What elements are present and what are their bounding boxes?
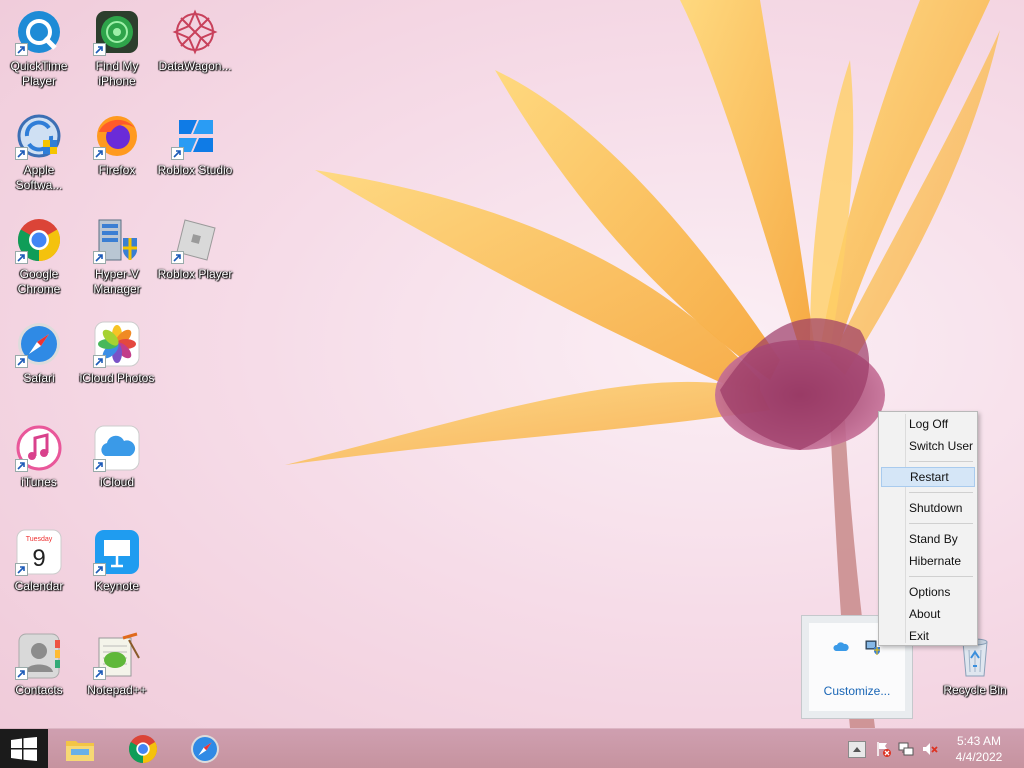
chevron-up-icon	[853, 747, 861, 752]
desktop-icon-label: iCloud Photos	[79, 371, 155, 385]
shortcut-arrow-icon	[15, 563, 28, 576]
shortcut-arrow-icon	[93, 355, 106, 368]
desktop-icon-label: Apple Softwa...	[15, 163, 63, 192]
shortcut-arrow-icon	[15, 251, 28, 264]
menu-separator	[909, 576, 973, 577]
taskbar-safari[interactable]	[189, 733, 221, 765]
taskbar-file-explorer[interactable]	[64, 733, 96, 765]
menu-separator	[909, 523, 973, 524]
taskbar-chrome[interactable]	[127, 733, 159, 765]
datawagon-icon	[172, 9, 218, 55]
desktop-icon-safari[interactable]: Safari	[0, 320, 78, 386]
desktop-icon-label: Safari	[23, 371, 55, 385]
desktop-icon-roblox-player[interactable]: Roblox Player	[156, 216, 234, 282]
power-context-menu: Log Off Switch User Restart Shutdown Sta…	[878, 411, 978, 646]
desktop-icon-find-my-iphone[interactable]: Find My iPhone	[78, 8, 156, 89]
show-hidden-icons-button[interactable]	[848, 741, 866, 758]
menu-item-hibernate[interactable]: Hibernate	[881, 551, 975, 571]
shortcut-arrow-icon	[15, 147, 28, 160]
safari-icon	[191, 735, 219, 763]
desktop-icon-label: Hyper-V Manager	[93, 267, 141, 296]
taskbar: 5:43 AM 4/4/2022	[0, 728, 1024, 768]
taskbar-clock[interactable]: 5:43 AM 4/4/2022	[948, 733, 1010, 765]
menu-item-restart[interactable]: Restart	[881, 467, 975, 487]
desktop-icon-label: Google Chrome	[17, 267, 61, 296]
network-icon[interactable]	[898, 741, 914, 757]
desktop-icon-label: Contacts	[15, 683, 63, 697]
desktop-icon-label: iTunes	[21, 475, 57, 489]
shortcut-arrow-icon	[171, 251, 184, 264]
desktop-icon-contacts[interactable]: Contacts	[0, 632, 78, 698]
shortcut-arrow-icon	[93, 563, 106, 576]
desktop-icon-itunes[interactable]: iTunes	[0, 424, 78, 490]
start-button[interactable]	[0, 729, 48, 768]
file-explorer-icon	[66, 741, 94, 761]
chrome-icon	[128, 735, 158, 763]
desktop-icon-label: Calendar	[14, 579, 64, 593]
desktop-icon-label: iCloud	[99, 475, 135, 489]
desktop-icon-keynote[interactable]: Keynote	[78, 528, 156, 594]
desktop-icon-label: DataWagon...	[158, 59, 232, 73]
desktop-icon-apple-software-update[interactable]: Apple Softwa...	[0, 112, 78, 193]
shortcut-arrow-icon	[93, 459, 106, 472]
desktop-icon-label: Firefox	[98, 163, 136, 177]
volume-muted-icon[interactable]	[922, 741, 938, 757]
menu-item-log-off[interactable]: Log Off	[881, 414, 975, 434]
shortcut-arrow-icon	[15, 43, 28, 56]
menu-item-exit[interactable]: Exit	[881, 626, 975, 646]
shortcut-arrow-icon	[93, 667, 106, 680]
desktop-icon-roblox-studio[interactable]: Roblox Studio	[156, 112, 234, 178]
desktop-icon-hyperv-manager[interactable]: Hyper-V Manager	[78, 216, 156, 297]
clock-date: 4/4/2022	[955, 750, 1003, 764]
desktop-icon-icloud[interactable]: iCloud	[78, 424, 156, 490]
desktop-icon-label: Recycle Bin	[943, 683, 1007, 697]
desktop-icon-datawagon[interactable]: DataWagon...	[156, 8, 234, 74]
menu-item-about[interactable]: About	[881, 604, 975, 624]
desktop-icon-quicktime[interactable]: QuickTime Player	[0, 8, 78, 89]
shortcut-arrow-icon	[15, 667, 28, 680]
desktop-icon-firefox[interactable]: Firefox	[78, 112, 156, 178]
shortcut-arrow-icon	[15, 459, 28, 472]
menu-item-shutdown[interactable]: Shutdown	[881, 498, 975, 518]
shortcut-arrow-icon	[93, 43, 106, 56]
desktop-icon-label: Keynote	[94, 579, 140, 593]
menu-item-stand-by[interactable]: Stand By	[881, 529, 975, 549]
desktop-icon-label: Roblox Studio	[157, 163, 233, 177]
desktop-icon-calendar[interactable]: Tuesday 9 Calendar	[0, 528, 78, 594]
customize-link[interactable]: Customize...	[809, 684, 905, 698]
calendar-day-text: Tuesday	[26, 536, 53, 543]
shortcut-arrow-icon	[171, 147, 184, 160]
windows-logo-icon	[11, 737, 37, 761]
desktop-icon-label: Notepad++	[87, 683, 147, 697]
desktop-icon-label: Roblox Player	[157, 267, 233, 281]
menu-separator	[909, 461, 973, 462]
action-center-flag-icon[interactable]	[875, 741, 891, 757]
desktop-icon-notepadpp[interactable]: Notepad++	[78, 632, 156, 698]
shortcut-arrow-icon	[93, 251, 106, 264]
shortcut-arrow-icon	[93, 147, 106, 160]
desktop-icon-icloud-photos[interactable]: iCloud Photos	[78, 320, 156, 386]
icloud-icon[interactable]	[833, 639, 849, 655]
desktop-icon-google-chrome[interactable]: Google Chrome	[0, 216, 78, 297]
menu-item-options[interactable]: Options	[881, 582, 975, 602]
menu-item-switch-user[interactable]: Switch User	[881, 436, 975, 456]
menu-separator	[909, 492, 973, 493]
desktop-icon-label: QuickTime Player	[10, 59, 68, 88]
desktop-icon-label: Find My iPhone	[95, 59, 139, 88]
shortcut-arrow-icon	[15, 355, 28, 368]
calendar-date-text: 9	[32, 545, 45, 572]
clock-time: 5:43 AM	[956, 734, 1002, 748]
